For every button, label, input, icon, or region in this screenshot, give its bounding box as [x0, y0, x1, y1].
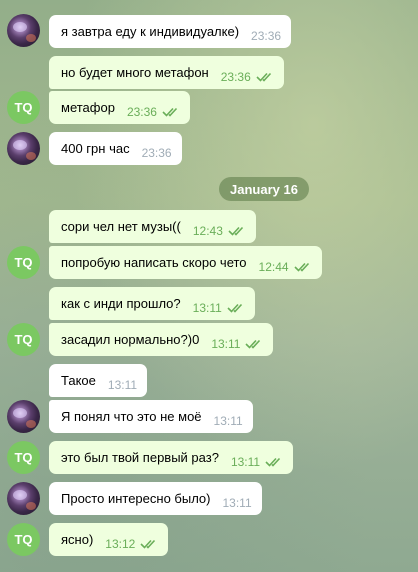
double-check-icon: [245, 339, 261, 349]
message-time: 13:11: [192, 300, 222, 315]
avatar-initials: TQ: [14, 100, 33, 115]
double-check-icon: [162, 107, 178, 117]
avatar-highlight: [26, 152, 36, 160]
message-text: это был твой первый раз?: [61, 450, 219, 465]
avatar-initials: TQ: [14, 450, 33, 465]
message-bubble-outgoing[interactable]: как с инди прошло? 13:11: [49, 287, 255, 320]
message-text: сори чел нет музы((: [61, 219, 181, 234]
message-time: 13:11: [230, 454, 261, 469]
message-time: 23:36: [220, 69, 251, 84]
message-bubble-outgoing[interactable]: сори чел нет музы(( 12:43: [49, 210, 256, 243]
double-check-icon: [227, 303, 242, 313]
message-bubble-incoming[interactable]: Такое 13:11: [49, 364, 148, 397]
message-bubble-incoming[interactable]: Просто интересно было) 13:11: [49, 482, 262, 515]
message-text: попробую написать скоро чето: [61, 255, 247, 270]
avatar[interactable]: [7, 132, 40, 165]
message-time: 13:11: [213, 413, 243, 428]
avatar[interactable]: [7, 482, 40, 515]
avatar-highlight: [13, 140, 27, 150]
avatar-highlight: [13, 490, 27, 500]
message-bubble-outgoing[interactable]: но будет много метафон 23:36: [49, 56, 284, 89]
avatar-highlight: [26, 420, 36, 428]
message-time: 23:36: [251, 28, 282, 43]
avatar-tq[interactable]: TQ: [7, 91, 40, 124]
message-time: 13:11: [211, 336, 241, 351]
date-separator: January 16: [219, 177, 309, 201]
double-check-icon: [228, 226, 243, 236]
avatar[interactable]: [7, 400, 40, 433]
message-text: метафор: [61, 100, 115, 115]
message-bubble-outgoing[interactable]: метафор 23:36: [49, 91, 190, 124]
double-check-icon: [265, 457, 281, 467]
avatar-initials: TQ: [14, 255, 33, 270]
avatar-tq[interactable]: TQ: [7, 323, 40, 356]
double-check-icon: [256, 72, 271, 82]
message-time: 12:43: [192, 223, 223, 238]
message-bubble-outgoing[interactable]: засадил нормально?)0 13:11: [49, 323, 274, 356]
message-text: но будет много метафон: [61, 65, 209, 80]
message-time: 23:36: [141, 145, 172, 160]
message-text: засадил нормально?)0: [61, 332, 200, 347]
avatar-highlight: [13, 22, 27, 32]
double-check-icon: [140, 539, 156, 549]
message-time: 12:44: [258, 259, 289, 274]
message-bubble-outgoing[interactable]: ясно) 13:12: [49, 523, 169, 556]
message-text: Просто интересно было): [61, 491, 211, 506]
double-check-icon: [293, 262, 309, 272]
avatar-initials: TQ: [14, 532, 33, 547]
avatar-tq[interactable]: TQ: [7, 246, 40, 279]
message-bubble-incoming[interactable]: я завтра еду к индивидуалке) 23:36: [49, 15, 292, 48]
message-time: 13:11: [107, 377, 138, 392]
message-text: как с инди прошло?: [61, 296, 181, 311]
avatar-highlight: [26, 34, 36, 42]
message-text: ясно): [61, 532, 94, 547]
message-bubble-incoming[interactable]: 400 грн час 23:36: [49, 132, 182, 165]
message-time: 13:12: [105, 536, 136, 551]
message-time: 23:36: [126, 104, 157, 119]
message-list[interactable]: я завтра еду к индивидуалке) 23:36 но бу…: [0, 0, 418, 572]
avatar-tq[interactable]: TQ: [7, 441, 40, 474]
avatar-initials: TQ: [14, 332, 33, 347]
message-text: я завтра еду к индивидуалке): [61, 24, 240, 39]
message-text: 400 грн час: [61, 141, 130, 156]
message-time: 13:11: [222, 495, 252, 510]
message-bubble-outgoing[interactable]: это был твой первый раз? 13:11: [49, 441, 294, 474]
message-bubble-incoming[interactable]: Я понял что это не моё 13:11: [49, 400, 253, 433]
avatar-highlight: [26, 502, 36, 510]
message-text: Я понял что это не моё: [61, 409, 202, 424]
avatar[interactable]: [7, 14, 40, 47]
message-bubble-outgoing[interactable]: попробую написать скоро чето 12:44: [49, 246, 322, 279]
message-text: Такое: [61, 373, 96, 388]
avatar-tq[interactable]: TQ: [7, 523, 40, 556]
avatar-highlight: [13, 408, 27, 418]
